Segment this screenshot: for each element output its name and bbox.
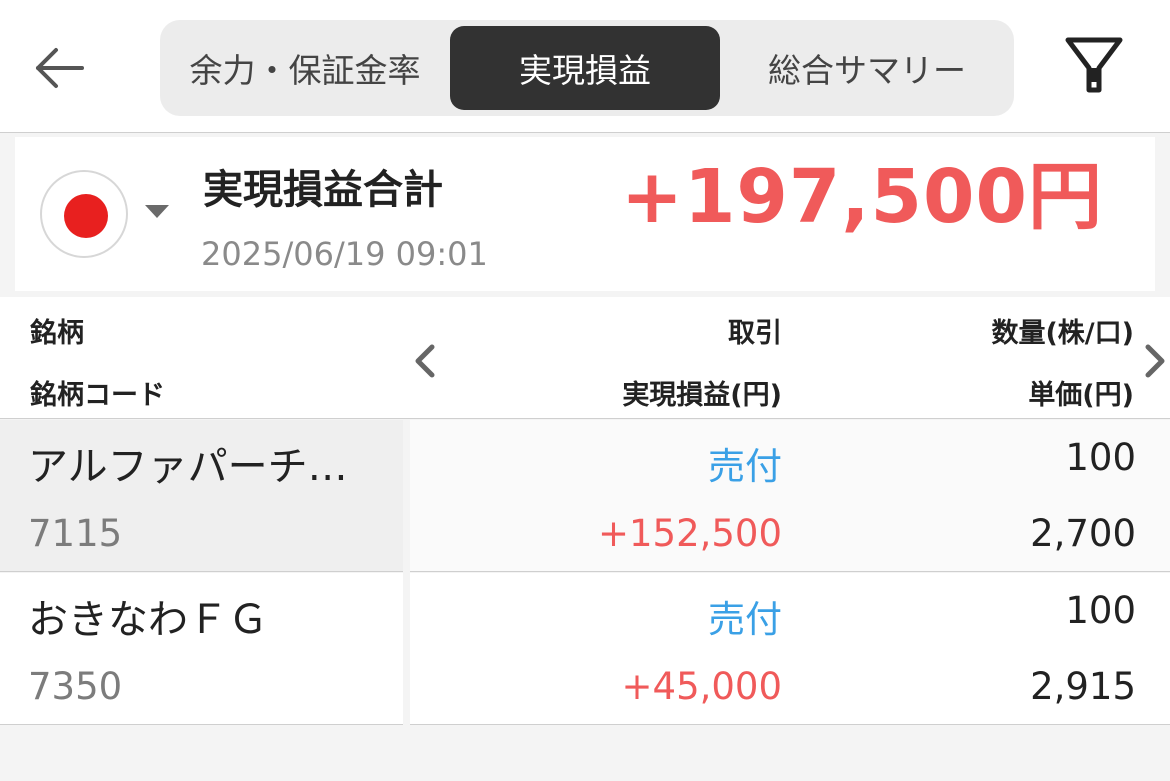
unit-price: 2,700 — [1030, 512, 1136, 555]
col-price: 単価(円) — [1028, 380, 1134, 411]
stock-code: 7350 — [28, 665, 123, 708]
col-name: 銘柄 — [30, 318, 84, 349]
row-stock-cell: おきなわＦＧ 7350 — [0, 573, 403, 725]
summary-date: 2025/06/19 09:01 — [201, 235, 488, 273]
unit-price: 2,915 — [1030, 665, 1136, 708]
stock-code: 7115 — [28, 512, 123, 555]
col-code: 銘柄コード — [30, 380, 165, 411]
chevron-left-icon — [415, 344, 435, 378]
flag-sun — [64, 194, 108, 238]
summary-label: 実現損益合計 — [203, 167, 443, 213]
back-button[interactable] — [30, 38, 90, 98]
chevron-right-icon — [1145, 344, 1165, 378]
row-detail-cell: 売付 +152,500 100 2,700 — [410, 420, 1170, 572]
summary-total: +197,500円 — [620, 154, 1103, 240]
back-arrow-icon — [36, 48, 84, 88]
row-stock-cell: アルファパーチ… 7115 — [0, 420, 403, 572]
stock-name: アルファパーチ… — [28, 444, 348, 490]
col-qty: 数量(株/口) — [991, 318, 1134, 349]
next-columns-button[interactable] — [1140, 341, 1170, 381]
stock-name: おきなわＦＧ — [28, 597, 268, 643]
trade-type: 売付 — [708, 598, 782, 641]
tab-summary[interactable]: 総合サマリー — [720, 26, 1014, 110]
realized-pnl: +45,000 — [621, 665, 782, 708]
top-bar: 余力・保証金率 実現損益 総合サマリー — [0, 0, 1170, 133]
row-detail-cell: 売付 +45,000 100 2,915 — [410, 573, 1170, 725]
table-row[interactable]: アルファパーチ… 7115 売付 +152,500 100 2,700 — [0, 420, 1170, 573]
view-tabs: 余力・保証金率 実現損益 総合サマリー — [160, 20, 1014, 116]
japan-flag-icon[interactable] — [40, 170, 128, 258]
realized-pnl-summary: 実現損益合計 2025/06/19 09:01 +197,500円 — [15, 137, 1155, 291]
filter-icon — [1065, 37, 1123, 93]
table-row[interactable]: おきなわＦＧ 7350 売付 +45,000 100 2,915 — [0, 573, 1170, 726]
filter-button[interactable] — [1064, 34, 1124, 98]
col-pnl: 実現損益(円) — [622, 380, 782, 411]
tab-realized-pnl[interactable]: 実現損益 — [450, 26, 720, 110]
trade-type: 売付 — [708, 445, 782, 488]
col-trade: 取引 — [728, 318, 782, 349]
quantity: 100 — [1065, 436, 1136, 479]
prev-columns-button[interactable] — [410, 341, 440, 381]
chevron-down-icon[interactable] — [145, 205, 169, 218]
tab-margin[interactable]: 余力・保証金率 — [160, 26, 450, 110]
table-header: 銘柄 銘柄コード 取引 実現損益(円) 数量(株/口) 単価(円) — [0, 297, 1170, 419]
realized-pnl: +152,500 — [597, 512, 782, 555]
quantity: 100 — [1065, 589, 1136, 632]
